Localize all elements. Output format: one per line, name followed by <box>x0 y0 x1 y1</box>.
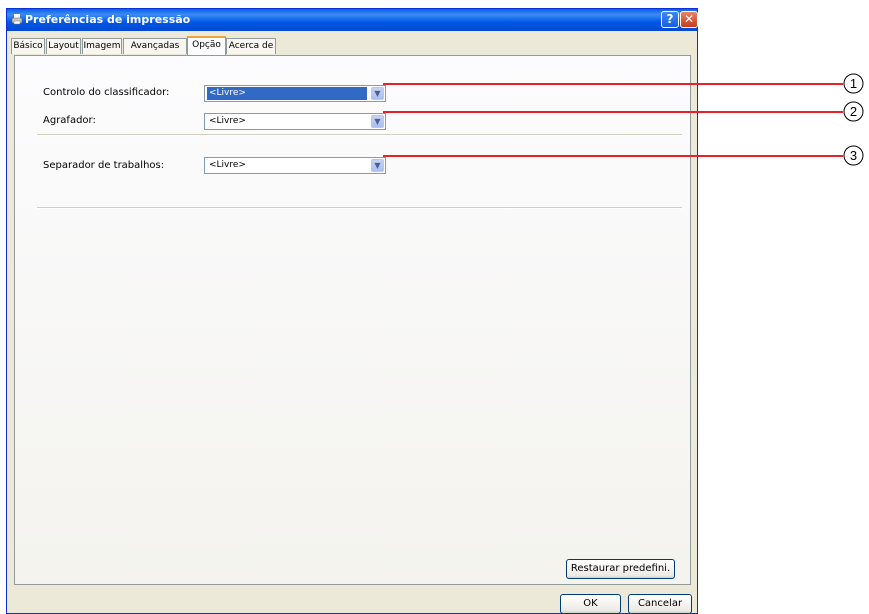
callout-marker-2: 2 <box>843 101 864 122</box>
restore-defaults-button[interactable]: Restaurar predefini. <box>566 559 675 579</box>
job-separator-value: <Livre> <box>209 160 246 170</box>
tab-avancadas[interactable]: Avançadas <box>123 38 187 54</box>
sorter-combo[interactable]: <Livre> ▼ <box>204 85 386 102</box>
tab-basico[interactable]: Básico <box>11 38 45 54</box>
stapler-label: Agrafador: <box>43 115 96 126</box>
callout-line-3 <box>383 155 843 157</box>
callout-number-1: 1 <box>850 76 857 91</box>
tab-layout[interactable]: Layout <box>46 38 81 54</box>
options-panel: Controlo do classificador: <Livre> ▼ Agr… <box>14 55 691 585</box>
separator <box>37 134 682 136</box>
sorter-label: Controlo do classificador: <box>43 87 170 98</box>
callout-number-3: 3 <box>850 148 857 163</box>
tab-opcao[interactable]: Opção <box>187 36 226 55</box>
window-title: Preferências de impressão <box>25 13 191 26</box>
sorter-value: <Livre> <box>207 87 367 100</box>
tab-imagem[interactable]: Imagem <box>82 38 122 54</box>
callout-number-2: 2 <box>850 104 857 119</box>
close-button[interactable]: ✕ <box>680 11 698 28</box>
tab-acerca-de[interactable]: Acerca de <box>226 38 276 54</box>
print-preferences-dialog: Preferências de impressão ? ✕ Básico Lay… <box>6 8 698 614</box>
job-separator-combo[interactable]: <Livre> ▼ <box>204 157 386 174</box>
help-button[interactable]: ? <box>661 11 679 28</box>
printer-icon <box>11 14 23 25</box>
separator <box>37 207 682 209</box>
title-bar[interactable]: Preferências de impressão ? ✕ <box>7 9 698 31</box>
ok-button[interactable]: OK <box>560 594 621 614</box>
stapler-combo[interactable]: <Livre> ▼ <box>204 113 386 130</box>
chevron-down-icon[interactable]: ▼ <box>371 159 384 172</box>
callout-line-2 <box>383 111 843 113</box>
cancel-button[interactable]: Cancelar <box>628 594 692 614</box>
job-separator-label: Separador de trabalhos: <box>43 160 165 171</box>
chevron-down-icon[interactable]: ▼ <box>371 115 384 128</box>
callout-marker-1: 1 <box>843 73 864 94</box>
callout-marker-3: 3 <box>843 145 864 166</box>
callout-line-1 <box>383 83 843 85</box>
stapler-value: <Livre> <box>209 116 246 126</box>
chevron-down-icon[interactable]: ▼ <box>371 87 384 100</box>
